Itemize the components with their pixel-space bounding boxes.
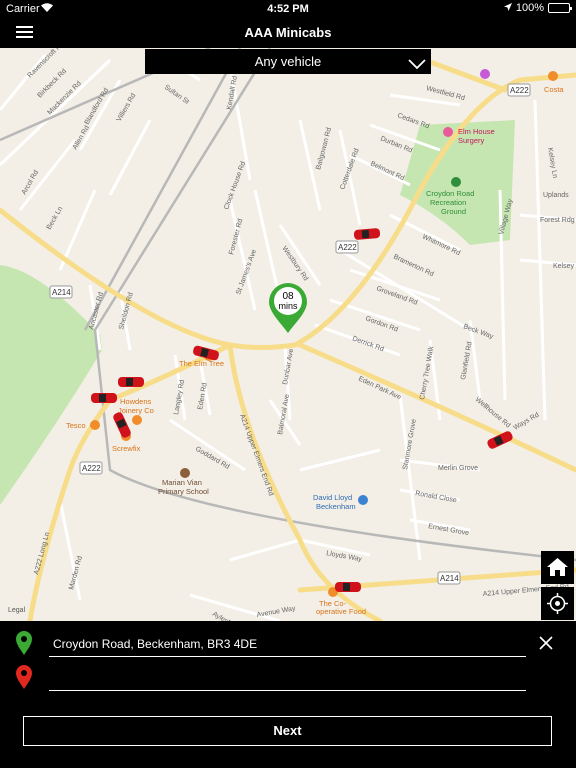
pickup-row: Croydon Road, Beckenham, BR3 4DE bbox=[0, 627, 576, 661]
svg-text:A222: A222 bbox=[82, 464, 101, 473]
booking-panel: Croydon Road, Beckenham, BR3 4DE Next bbox=[0, 621, 576, 768]
svg-text:Tesco: Tesco bbox=[66, 421, 86, 430]
eta-pickup-pin: 08 mins bbox=[268, 282, 308, 334]
nav-bar: AAA Minicabs bbox=[0, 18, 576, 48]
svg-text:A222: A222 bbox=[338, 243, 357, 252]
svg-text:Forest Rdg: Forest Rdg bbox=[540, 217, 575, 224]
svg-text:Ways Rd: Ways Rd bbox=[513, 412, 541, 432]
svg-text:Dunbar Ave: Dunbar Ave bbox=[282, 348, 295, 385]
svg-text:Primary School: Primary School bbox=[158, 487, 209, 496]
location-arrow-icon bbox=[503, 2, 512, 14]
svg-text:Screwfix: Screwfix bbox=[112, 444, 141, 453]
vehicle-type-dropdown[interactable]: Any vehicle bbox=[145, 49, 431, 74]
locate-me-button[interactable] bbox=[541, 587, 574, 620]
svg-text:Croydon Road: Croydon Road bbox=[426, 189, 474, 198]
map-view[interactable]: A222 A222 A214 A222 A214 Ravenscroft Rd … bbox=[0, 48, 576, 621]
status-bar: Carrier 4:52 PM 100% bbox=[0, 0, 576, 18]
dropoff-row bbox=[0, 661, 576, 695]
vehicle-type-value: Any vehicle bbox=[254, 54, 322, 69]
eta-unit: mins bbox=[278, 301, 298, 311]
pickup-address-field[interactable]: Croydon Road, Beckenham, BR3 4DE bbox=[49, 631, 526, 657]
svg-text:Recreation: Recreation bbox=[430, 198, 466, 207]
svg-text:A222: A222 bbox=[510, 86, 529, 95]
svg-text:A214: A214 bbox=[440, 574, 459, 583]
svg-text:Beckenham: Beckenham bbox=[316, 502, 356, 511]
app-title: AAA Minicabs bbox=[244, 25, 332, 40]
svg-text:The Elm Tree: The Elm Tree bbox=[179, 359, 224, 368]
svg-text:Surgery: Surgery bbox=[458, 136, 485, 145]
svg-text:Bramerton Rd: Bramerton Rd bbox=[392, 253, 435, 278]
svg-text:Merlin Grove: Merlin Grove bbox=[438, 465, 478, 472]
svg-text:Marian Vian: Marian Vian bbox=[162, 478, 202, 487]
svg-text:St James's Ave: St James's Ave bbox=[235, 249, 258, 296]
dropoff-address-field[interactable] bbox=[49, 665, 526, 691]
svg-text:Belmont Rd: Belmont Rd bbox=[369, 160, 405, 182]
svg-text:Beck Way: Beck Way bbox=[462, 323, 494, 340]
battery-percent: 100% bbox=[515, 2, 544, 14]
chevron-down-icon bbox=[408, 54, 426, 79]
pickup-pin-icon bbox=[15, 630, 33, 656]
battery-icon bbox=[548, 3, 572, 13]
svg-text:Cedars Rd: Cedars Rd bbox=[396, 112, 430, 130]
crosshair-icon bbox=[547, 593, 568, 614]
clear-pickup-icon[interactable] bbox=[538, 635, 554, 651]
status-time: 4:52 PM bbox=[267, 3, 309, 15]
svg-text:operative Food: operative Food bbox=[316, 607, 366, 616]
map-legal-link: Legal bbox=[8, 607, 26, 614]
svg-text:Kelsey Pk: Kelsey Pk bbox=[553, 263, 576, 270]
svg-text:A214 Upper Elmers End Rd: A214 Upper Elmers End Rd bbox=[238, 413, 274, 497]
dropoff-pin-icon bbox=[15, 664, 33, 690]
svg-text:Arcol Rd: Arcol Rd bbox=[21, 169, 41, 196]
svg-text:Elm House: Elm House bbox=[458, 127, 495, 136]
svg-text:Marden Rd: Marden Rd bbox=[68, 555, 84, 590]
svg-text:Kelsey Ln: Kelsey Ln bbox=[546, 147, 558, 179]
svg-text:Whitmore Rd: Whitmore Rd bbox=[421, 233, 461, 257]
svg-text:Villiers Rd: Villiers Rd bbox=[116, 92, 138, 123]
svg-text:A214: A214 bbox=[52, 288, 71, 297]
next-button[interactable]: Next bbox=[23, 716, 552, 746]
svg-text:Ronald Close: Ronald Close bbox=[415, 490, 458, 504]
svg-text:Clock House Rd: Clock House Rd bbox=[223, 161, 247, 211]
map-canvas: A222 A222 A214 A222 A214 Ravenscroft Rd … bbox=[0, 48, 576, 621]
svg-text:Ground: Ground bbox=[441, 207, 466, 216]
svg-text:Joinery Co: Joinery Co bbox=[118, 406, 154, 415]
svg-text:Howdens: Howdens bbox=[120, 397, 152, 406]
home-icon bbox=[547, 558, 568, 576]
svg-text:Bailgowan Rd: Bailgowan Rd bbox=[315, 127, 333, 171]
svg-text:Glanfield Rd: Glanfield Rd bbox=[460, 341, 474, 380]
svg-text:Derrick Rd: Derrick Rd bbox=[351, 335, 385, 353]
svg-text:Uplands: Uplands bbox=[543, 192, 569, 199]
svg-text:David Lloyd: David Lloyd bbox=[313, 493, 352, 502]
svg-text:Beck Ln: Beck Ln bbox=[46, 206, 65, 231]
svg-text:Sultan St: Sultan St bbox=[163, 84, 190, 106]
svg-text:Avenue Way: Avenue Way bbox=[256, 605, 296, 619]
svg-text:Costa: Costa bbox=[544, 85, 564, 94]
home-button[interactable] bbox=[541, 551, 574, 584]
